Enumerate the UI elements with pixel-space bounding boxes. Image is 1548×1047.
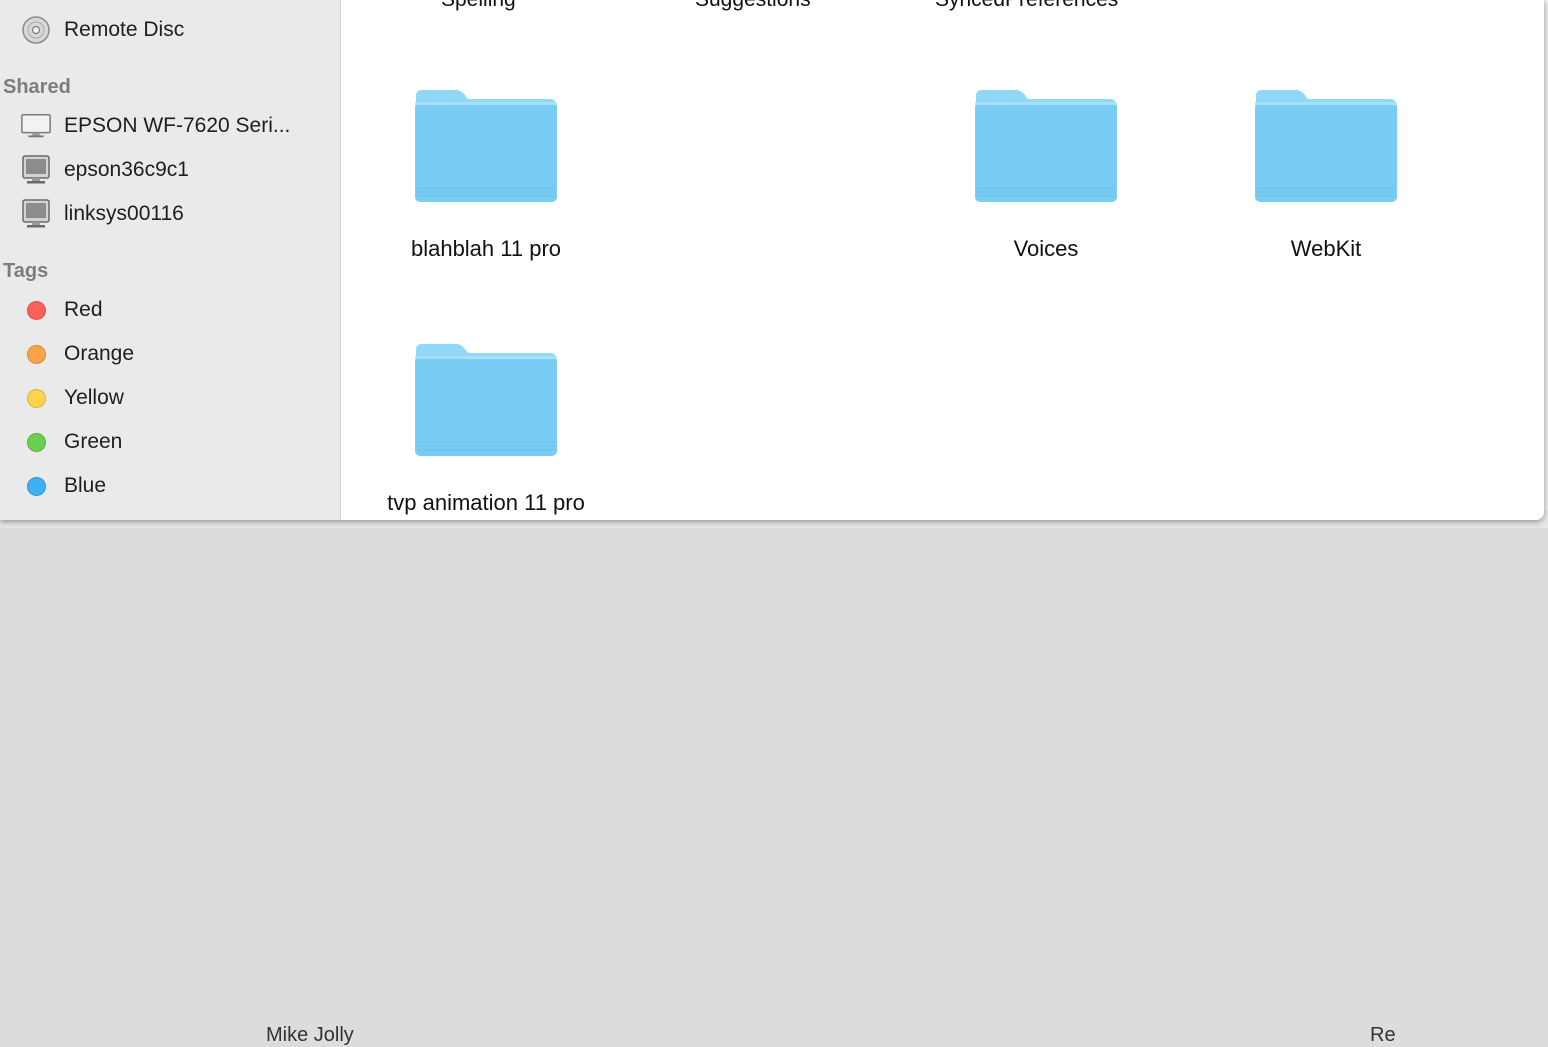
sidebar-item-label: Orange [64, 342, 135, 365]
finder-window: Remote Disc Shared EPSON WF-7620 Seri... [0, 0, 1544, 520]
folder-label-syncedpreferences[interactable]: SyncedPreferences [935, 0, 1118, 12]
sidebar-item-label: linksys00116 [64, 202, 184, 225]
sidebar-item-remote-disc[interactable]: Remote Disc [0, 10, 338, 50]
tag-dot-icon [20, 340, 52, 368]
sidebar-item-tag-orange[interactable]: Orange [0, 334, 338, 374]
folder-label-spelling[interactable]: Spelling [441, 0, 516, 12]
sidebar-item-linksys00116[interactable]: linksys00116 [0, 194, 338, 234]
sidebar-item-tag-red[interactable]: Red [0, 290, 338, 330]
section-header-tags: Tags [3, 260, 49, 282]
background-text-left: Mike Jolly [266, 1024, 354, 1046]
folder-name: blahblah 11 pro [410, 236, 562, 261]
folder-name: tvp animation 11 pro [387, 490, 585, 515]
sidebar-item-tag-blue[interactable]: Blue [0, 466, 338, 506]
folder-blahblah-11-pro[interactable]: blahblah 11 pro [366, 88, 606, 288]
folder-webkit[interactable]: WebKit [1206, 88, 1446, 288]
section-header-shared: Shared [3, 76, 71, 98]
sidebar-item-tag-green[interactable]: Green [0, 422, 338, 462]
computer-icon [20, 199, 52, 228]
folder-icon [415, 344, 557, 456]
sidebar-item-label: Remote Disc [64, 18, 185, 41]
folder-icon [415, 90, 557, 202]
sidebar-item-label: Red [64, 298, 103, 321]
sidebar-item-epson-wf-7620[interactable]: EPSON WF-7620 Seri... [0, 106, 338, 146]
icon-view[interactable]: Spelling Suggestions SyncedPreferences b… [341, 0, 1544, 520]
sidebar-item-label: Blue [64, 474, 107, 497]
tag-dot-icon [20, 472, 52, 500]
sidebar-item-label: epson36c9c1 [64, 158, 189, 181]
background-text-right: Re [1370, 1024, 1396, 1046]
sidebar-item-label: Green [64, 430, 123, 453]
sidebar: Remote Disc Shared EPSON WF-7620 Seri... [0, 0, 341, 520]
sidebar-item-epson36c9c1[interactable]: epson36c9c1 [0, 150, 338, 190]
computer-icon [20, 155, 52, 184]
sidebar-item-tag-yellow[interactable]: Yellow [0, 378, 338, 418]
folder-icon [1255, 90, 1397, 202]
tag-dot-icon [20, 428, 52, 456]
sidebar-item-label: Yellow [64, 386, 124, 409]
disc-icon [20, 16, 52, 44]
folder-tvp-animation-11-pro[interactable]: tvp animation 11 pro [366, 342, 606, 520]
folder-name: WebKit [1290, 236, 1362, 261]
sidebar-item-label: EPSON WF-7620 Seri... [64, 114, 291, 137]
folder-label-suggestions[interactable]: Suggestions [695, 0, 811, 12]
display-icon [20, 112, 52, 140]
folder-icon [975, 90, 1117, 202]
tag-dot-icon [20, 296, 52, 324]
tag-dot-icon [20, 384, 52, 412]
folder-name: Voices [1013, 236, 1079, 261]
folder-voices[interactable]: Voices [926, 88, 1166, 288]
